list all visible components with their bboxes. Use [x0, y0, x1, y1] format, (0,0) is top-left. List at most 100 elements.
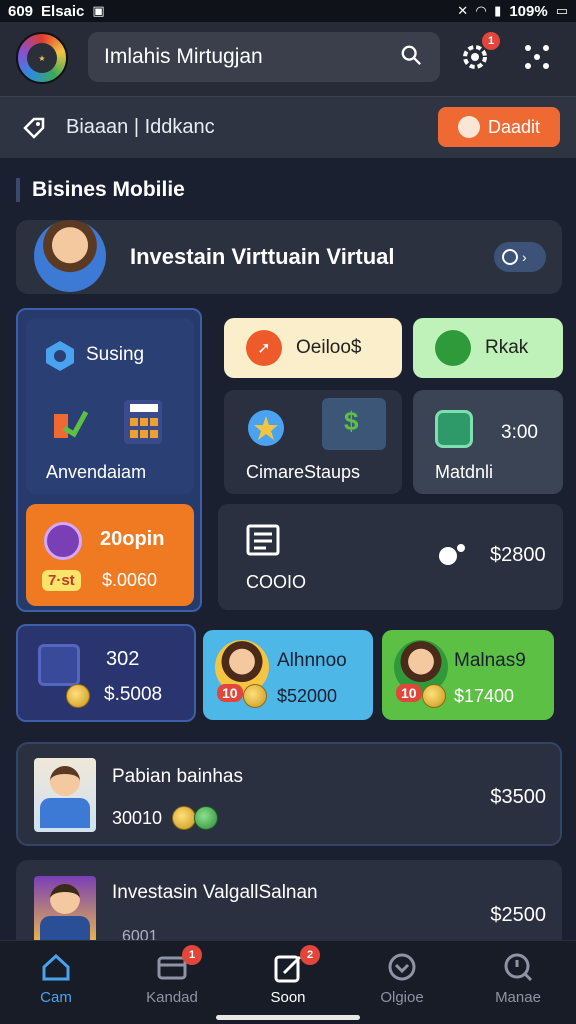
app-logo[interactable]: ★: [16, 32, 68, 84]
deal-button-label: Daadit: [487, 116, 541, 137]
susing-tile[interactable]: Susing Anvendaiam: [26, 318, 194, 494]
card-302-value: $.5008: [104, 684, 163, 705]
chevron-right-icon: ›: [522, 249, 527, 265]
bubbles-icon: [439, 544, 465, 565]
promo-title: 20opin: [100, 528, 165, 550]
deal-button[interactable]: Daadit: [438, 107, 560, 147]
tile-matdnli-label: Matdnli: [435, 462, 494, 482]
tile-oeiloo-label: Oeiloo$: [296, 337, 362, 358]
toggle-circle-icon: [502, 249, 518, 265]
lock-search-icon: [435, 330, 471, 366]
card-malnas[interactable]: Malnas9 10 $17400: [382, 630, 554, 720]
green-coin-icon: [194, 806, 218, 830]
susing-title: Susing: [86, 344, 145, 365]
arrow-icon: ➚: [246, 330, 282, 366]
document-list-icon: [246, 524, 280, 556]
nav-home[interactable]: Cam: [16, 951, 96, 1017]
app-label: Anvendaiam: [46, 462, 147, 482]
gold-coin-icon: [172, 806, 196, 830]
card-malnas-badge: 10: [396, 684, 422, 702]
tile-coolo-value: $2800: [490, 544, 546, 566]
tile-coolo[interactable]: COOIO $2800: [218, 504, 563, 610]
search-input[interactable]: Imlahis Mirtugjan: [88, 32, 440, 82]
search-clock-icon: [504, 953, 533, 982]
tag-icon[interactable]: [22, 116, 46, 140]
featured-banner[interactable]: Investain Virttuain Virtual ›: [16, 220, 562, 294]
section-title: Bisines Mobilie: [16, 178, 185, 202]
list-item-price: $3500: [490, 786, 546, 808]
star-badge-icon: [248, 410, 284, 446]
tile-rkak-label: Rkak: [485, 337, 529, 358]
tile-coolo-label: COOIO: [246, 572, 307, 592]
promo-tile[interactable]: 20opin 7·st $.0060: [26, 504, 194, 606]
face-icon: [457, 116, 480, 138]
card-302[interactable]: 302 $.5008: [16, 624, 196, 722]
card-302-title: 302: [106, 648, 140, 670]
gold-coin-icon: [66, 684, 90, 708]
battery-icon: ▭: [555, 3, 568, 18]
nav-manae-label: Manae: [495, 989, 541, 1006]
investor-portrait-icon: [34, 758, 96, 832]
banner-title: Investain Virttuain Virtual: [130, 244, 395, 269]
logo-mark-icon: ★: [27, 43, 57, 73]
status-carrier: Elsaic: [41, 2, 85, 20]
left-panel: Susing Anvendaiam 20opin 7·st $.0060: [16, 308, 202, 612]
mute-icon: ✕: [457, 3, 469, 18]
list-item-price: $2500: [490, 904, 546, 926]
gold-coin-icon: [422, 684, 446, 708]
dollar-screen-icon: $: [322, 398, 386, 450]
tile-cimare[interactable]: $ CimareStaups: [224, 390, 402, 494]
main-content: Bisines Mobilie Investain Virttuain Virt…: [0, 158, 576, 960]
signal-icon: ▮: [494, 3, 502, 18]
nav-soon-badge: 2: [300, 945, 320, 965]
list-item[interactable]: Pabian bainhas 30010 $3500: [16, 742, 562, 846]
card-alhnnoo-title: Alhnnoo: [277, 650, 347, 671]
notification-icon: ▣: [92, 3, 105, 18]
card-alhnnoo[interactable]: Alhnnoo 10 $52000: [203, 630, 373, 720]
nav-kandad-badge: 1: [182, 945, 202, 965]
home-indicator[interactable]: [216, 1015, 360, 1020]
card-alhnnoo-value: $52000: [277, 686, 338, 706]
nav-home-label: Cam: [40, 989, 72, 1006]
tile-cimare-label: CimareStaups: [246, 462, 361, 482]
nav-soon-label: Soon: [270, 989, 306, 1006]
shield-check-icon: [388, 953, 416, 981]
tile-matdnli[interactable]: 3:00 Matdnli: [413, 390, 563, 494]
card-alhnnoo-badge: 10: [217, 684, 243, 702]
investor-portrait-icon: [34, 876, 96, 950]
tile-matdnli-value: 3:00: [501, 422, 538, 443]
promo-chat-icon: [44, 522, 82, 560]
nav-kandad[interactable]: Kandad 1: [132, 945, 212, 1017]
hexagon-icon: [46, 341, 74, 371]
list-item-sub: 30010: [112, 808, 163, 828]
sub-bar-text: Biaaan | Iddkanc: [66, 116, 215, 138]
notification-badge: 1: [482, 32, 500, 50]
more-dots-icon[interactable]: [522, 42, 552, 72]
list-item-title: Investasin ValgallSalnan: [112, 882, 318, 903]
calculator-icon: [124, 400, 162, 444]
nav-olgioe[interactable]: Olgioe: [362, 951, 442, 1017]
sub-bar: Biaaan | Iddkanc Daadit: [0, 96, 576, 158]
nav-soon[interactable]: Soon 2: [248, 945, 328, 1017]
tile-rkak[interactable]: Rkak: [413, 318, 563, 378]
wifi-icon: ◠: [476, 3, 487, 18]
status-time: 609: [8, 2, 34, 20]
banner-toggle[interactable]: ›: [494, 242, 546, 272]
search-icon[interactable]: [400, 44, 422, 66]
status-bar: 609 Elsaic ▣ ✕ ◠ ▮ 109% ▭: [0, 0, 576, 22]
list-item-title: Pabian bainhas: [112, 766, 243, 787]
top-bar: ★ Imlahis Mirtugjan 1: [0, 22, 576, 96]
tile-oeiloo[interactable]: ➚ Oeiloo$: [224, 318, 402, 378]
bottom-nav: Cam Kandad 1 Soon 2 Olgioe Manae: [0, 940, 576, 1024]
nav-manae[interactable]: Manae: [478, 951, 558, 1017]
card-malnas-value: $17400: [454, 686, 515, 706]
promo-tag: 7·st: [42, 570, 81, 591]
promo-value: $.0060: [102, 570, 158, 590]
home-icon: [42, 953, 70, 981]
wallet-icon: [38, 644, 80, 686]
nav-olgioe-label: Olgioe: [380, 989, 424, 1006]
nav-kandad-label: Kandad: [146, 989, 198, 1006]
camera-icon: [435, 410, 473, 448]
search-value: Imlahis Mirtugjan: [104, 45, 263, 68]
gold-coin-icon: [243, 684, 267, 708]
